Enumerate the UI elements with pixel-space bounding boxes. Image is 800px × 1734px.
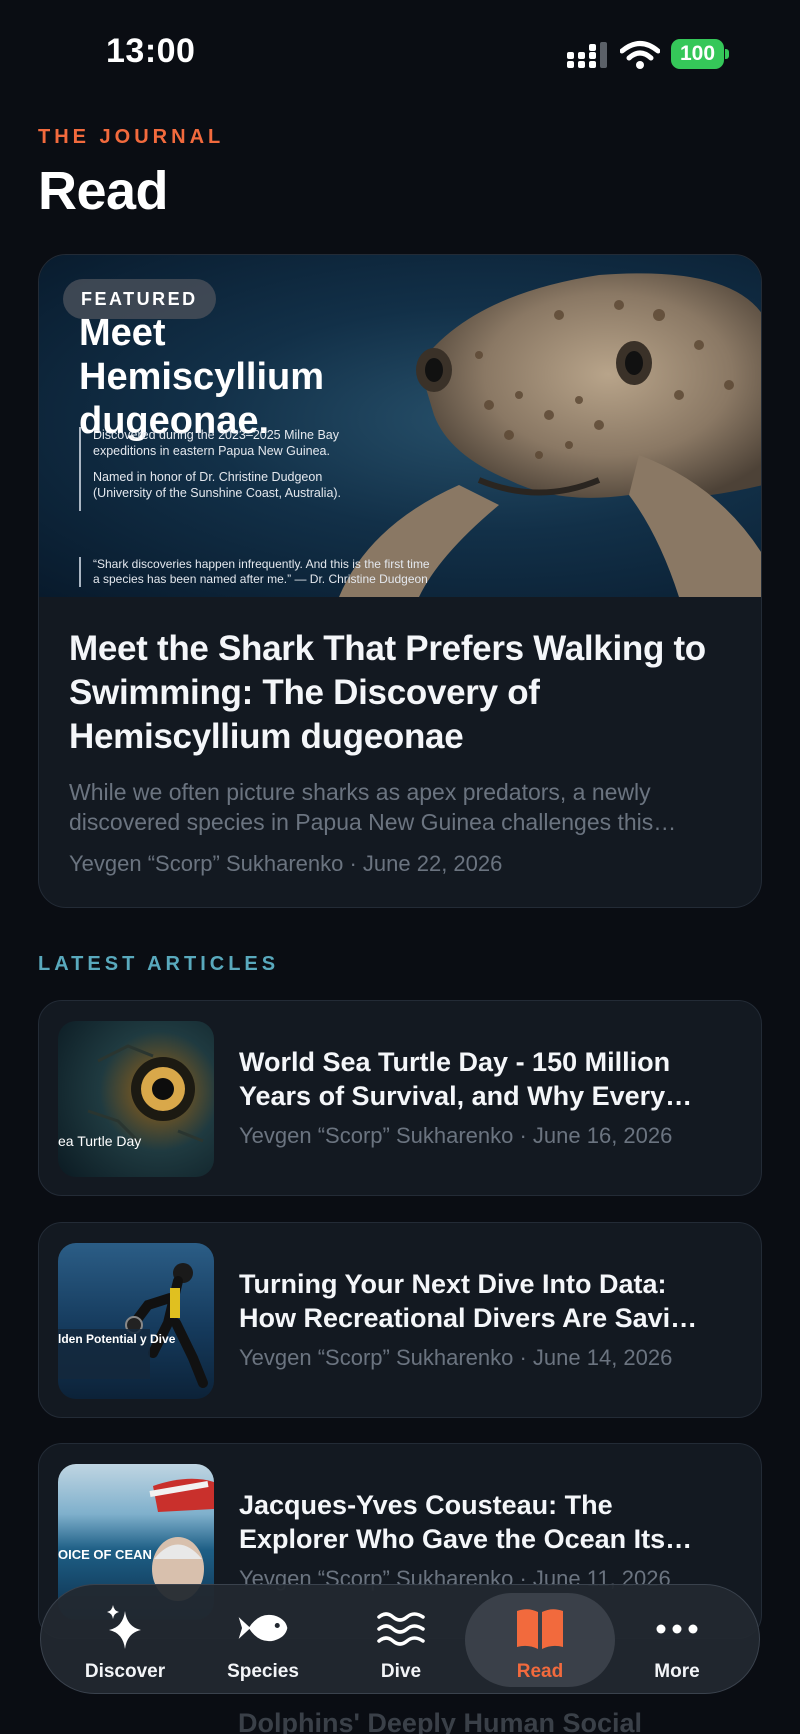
page-eyebrow: THE JOURNAL — [38, 126, 225, 148]
ellipsis-icon — [656, 1624, 698, 1634]
tab-species[interactable]: Species — [191, 1585, 335, 1695]
tab-label: Species — [227, 1661, 299, 1682]
tab-more[interactable]: More — [605, 1585, 749, 1695]
article-card[interactable]: lden Potential y Dive Turning Your Next … — [38, 1222, 762, 1418]
tab-read[interactable]: Read — [461, 1585, 619, 1695]
tab-label: More — [654, 1661, 700, 1682]
featured-meta: Yevgen “Scorp” Sukharenko · June 22, 202… — [69, 851, 503, 876]
status-bar: 13:00 100 — [0, 0, 800, 110]
featured-image-info-2: Named in honor of Dr. Christine Dudgeon … — [93, 470, 342, 500]
thumbnail-caption: OICE OF CEAN — [58, 1547, 152, 1562]
article-meta: Yevgen “Scorp” Sukharenko · June 16, 202… — [239, 1123, 673, 1148]
article-thumbnail: ea Turtle Day — [58, 1021, 214, 1177]
article-meta: Yevgen “Scorp” Sukharenko · June 14, 202… — [239, 1345, 673, 1370]
battery-icon: 100 — [671, 39, 729, 69]
waves-icon — [377, 1612, 425, 1646]
featured-excerpt: While we often picture sharks as apex pr… — [69, 779, 677, 835]
featured-image-title: Meet Hemiscyllium dugeonae. — [79, 312, 324, 442]
tab-label: Discover — [84, 1661, 166, 1682]
featured-image-info-1: Discovered during the 2023–2025 Milne Ba… — [93, 428, 339, 458]
article-title: Turning Your Next Dive Into Data: How Re… — [239, 1269, 698, 1333]
featured-image-quote: “Shark discoveries happen infrequently. … — [79, 557, 439, 587]
wifi-icon — [620, 41, 660, 69]
latest-articles-label: LATEST ARTICLES — [38, 953, 280, 975]
cellular-signal-icon — [567, 42, 607, 68]
article-thumbnail: lden Potential y Dive — [58, 1243, 214, 1399]
featured-image: Meet Hemiscyllium dugeonae. Discovered d… — [39, 255, 761, 597]
tab-discover[interactable]: Discover — [53, 1585, 197, 1695]
fish-icon — [238, 1614, 288, 1642]
featured-badge: FEATURED — [63, 279, 216, 319]
featured-article-card[interactable]: Meet Hemiscyllium dugeonae. Discovered d… — [38, 254, 762, 908]
page-title: Read — [38, 161, 169, 221]
thumbnail-caption: ea Turtle Day — [58, 1133, 142, 1149]
article-title: Jacques-Yves Cousteau: The Explorer Who … — [239, 1490, 693, 1554]
tab-label: Dive — [380, 1661, 422, 1682]
status-time: 13:00 — [106, 32, 196, 70]
article-title: World Sea Turtle Day - 150 Million Years… — [239, 1047, 693, 1111]
featured-image-info: Discovered during the 2023–2025 Milne Ba… — [79, 427, 359, 511]
next-article-title-partial[interactable]: Dolphins' Deeply Human Social — [238, 1708, 642, 1734]
thumbnail-caption: lden Potential y Dive — [58, 1332, 176, 1346]
battery-level: 100 — [671, 39, 724, 69]
tab-label: Read — [516, 1661, 564, 1682]
sparkles-icon — [107, 1605, 141, 1649]
tab-dive[interactable]: Dive — [329, 1585, 473, 1695]
book-icon — [517, 1609, 563, 1649]
tab-bar: Discover Species Dive Read More — [40, 1584, 760, 1694]
featured-headline: Meet the Shark That Prefers Walking to S… — [69, 629, 706, 756]
article-card[interactable]: ea Turtle Day World Sea Turtle Day - 150… — [38, 1000, 762, 1196]
